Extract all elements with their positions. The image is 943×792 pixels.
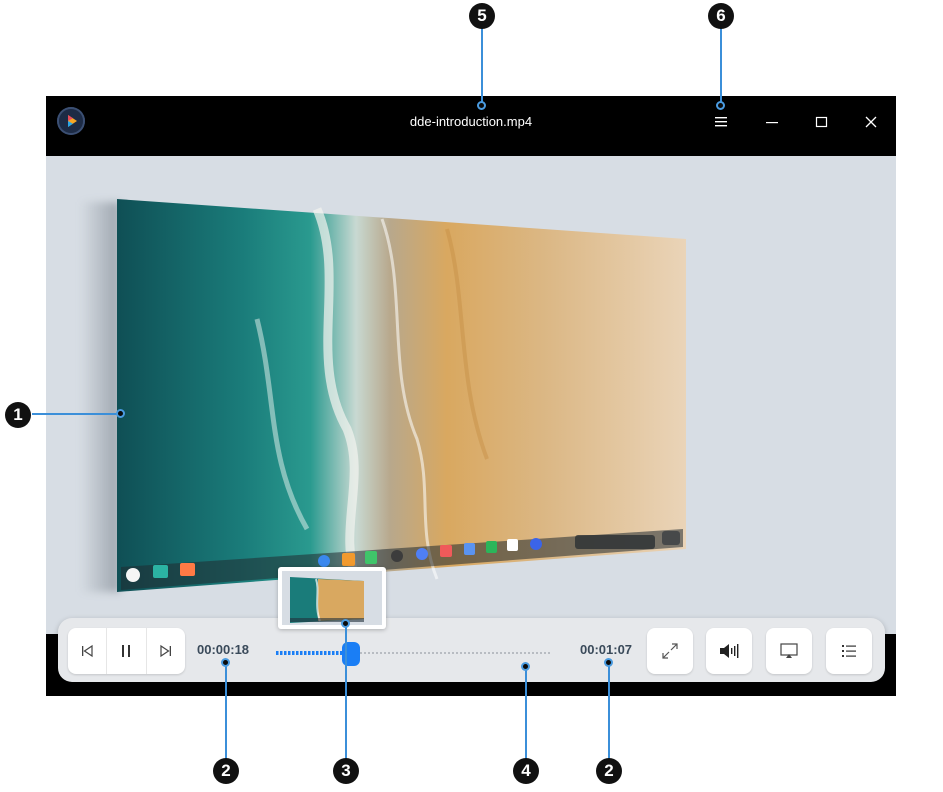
player-window: dde-introduction.mp4 00:00:18 00:01:07	[46, 96, 896, 696]
maximize-icon	[815, 116, 828, 128]
callout-line-5	[481, 28, 483, 106]
video-frame[interactable]	[117, 199, 686, 592]
callout-number-2a: 2	[213, 758, 239, 784]
callout-line-3	[345, 625, 347, 760]
callout-line-1	[32, 413, 120, 415]
callout-number-6: 6	[708, 3, 734, 29]
callout-number-2b: 2	[596, 758, 622, 784]
pause-icon	[122, 645, 131, 657]
menu-icon	[715, 117, 727, 127]
callout-marker-4	[521, 662, 530, 671]
callout-number-3: 3	[333, 758, 359, 784]
fullscreen-button[interactable]	[647, 628, 693, 674]
callout-line-2a	[225, 664, 227, 760]
close-icon	[865, 116, 877, 128]
callout-marker-2b	[604, 658, 613, 667]
playlist-button[interactable]	[826, 628, 872, 674]
callout-number-1: 1	[5, 402, 31, 428]
volume-button[interactable]	[706, 628, 752, 674]
callout-marker-1	[116, 409, 125, 418]
screencast-icon	[780, 643, 798, 658]
title-bar: dde-introduction.mp4	[46, 96, 896, 148]
playlist-icon	[842, 645, 856, 657]
playback-button-group	[68, 628, 185, 674]
callout-line-4	[525, 668, 527, 760]
previous-button[interactable]	[68, 628, 108, 674]
video-display[interactable]: 00:00:18 00:01:07	[46, 156, 896, 682]
total-time: 00:01:07	[580, 642, 633, 657]
callout-number-5: 5	[469, 3, 495, 29]
minimize-button[interactable]	[754, 104, 790, 140]
callout-line-6	[720, 28, 722, 106]
callout-marker-5	[477, 101, 486, 110]
next-button[interactable]	[147, 628, 185, 674]
callout-number-4: 4	[513, 758, 539, 784]
callout-marker-3	[341, 619, 350, 628]
next-icon	[160, 644, 171, 658]
fullscreen-icon	[662, 643, 678, 659]
callout-line-2b	[608, 664, 610, 760]
callout-marker-2a	[221, 658, 230, 667]
pause-button[interactable]	[107, 628, 147, 674]
minimize-icon	[766, 122, 778, 124]
current-time: 00:00:18	[197, 642, 250, 657]
close-button[interactable]	[853, 104, 889, 140]
screencast-button[interactable]	[766, 628, 812, 674]
callout-marker-6	[716, 101, 725, 110]
video-shadow	[80, 202, 120, 592]
progress-preview-thumbnail	[278, 567, 386, 629]
progress-fill	[276, 651, 351, 655]
volume-icon	[720, 644, 739, 658]
previous-icon	[82, 644, 93, 658]
control-bar: 00:00:18 00:01:07	[58, 618, 885, 682]
maximize-button[interactable]	[804, 104, 840, 140]
